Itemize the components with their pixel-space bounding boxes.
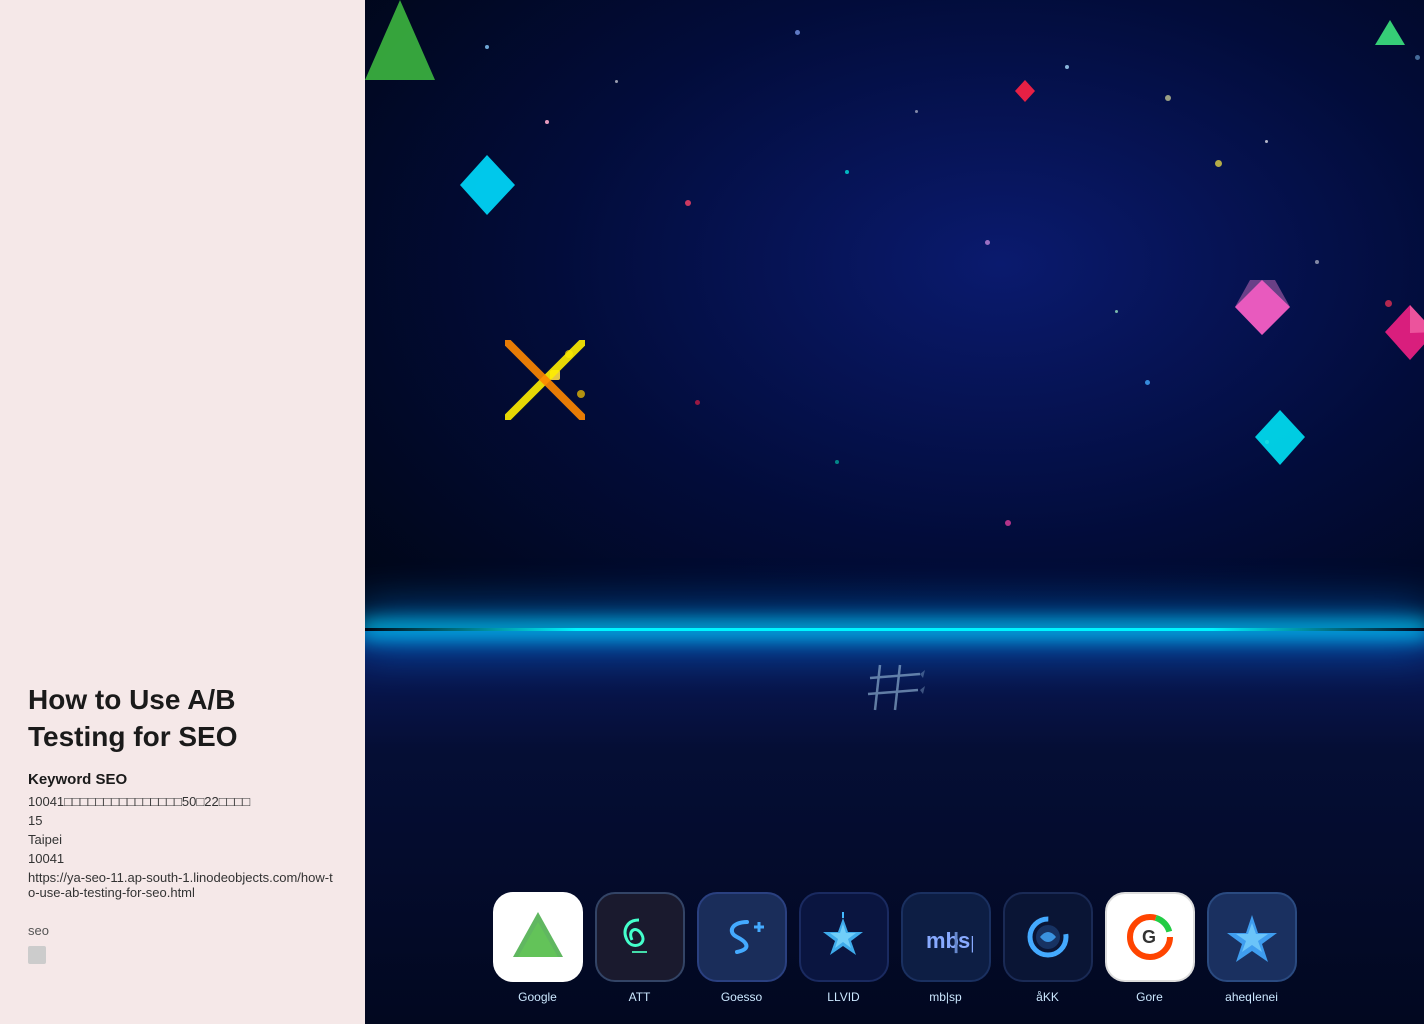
goesso-label: Goesso [721, 990, 762, 1004]
gem-green-arrow [365, 0, 435, 80]
star-particle [1315, 260, 1319, 264]
llvid-icon-box [799, 892, 889, 982]
mb-icon-box: mb | sp [901, 892, 991, 982]
star-red [695, 400, 700, 405]
gem-cyan-right [1255, 410, 1305, 465]
meta-line-2: 15 [28, 813, 337, 828]
left-panel: How to Use A/B Testing for SEO Keyword S… [0, 0, 365, 1024]
tag-icon [28, 946, 46, 964]
star-yellow [1215, 160, 1222, 167]
att-icon-box [595, 892, 685, 982]
star-red [545, 120, 549, 124]
center-symbol [865, 660, 925, 725]
right-panel: Google ATT Goes [365, 0, 1424, 1024]
star-particle [985, 240, 990, 245]
star-particle [1115, 310, 1118, 313]
keyword-label: Keyword SEO [28, 771, 337, 788]
star-cyan [845, 170, 849, 174]
svg-text:G: G [1142, 927, 1156, 947]
gore-icon-box: G [1105, 892, 1195, 982]
svg-text:sp: sp [958, 928, 973, 953]
google-icon-box [493, 892, 583, 982]
mb-label: mb|sp [929, 990, 961, 1004]
star-particle [1415, 55, 1420, 60]
app-icon-mb[interactable]: mb | sp mb|sp [901, 892, 991, 1004]
app-icon-goesso[interactable]: Goesso [697, 892, 787, 1004]
att-label: ATT [629, 990, 651, 1004]
star-pink [1005, 520, 1011, 526]
google-label: Google [518, 990, 557, 1004]
alt-icon-box [1207, 892, 1297, 982]
app-icon-llvid[interactable]: LLVID [799, 892, 889, 1004]
gem-green-top [1375, 20, 1405, 45]
app-icon-gore[interactable]: G Gore [1105, 892, 1195, 1004]
star-particle [615, 80, 618, 83]
horizon-line [365, 628, 1424, 631]
star-green [835, 460, 839, 464]
alt-label: aheqIenei [1225, 990, 1278, 1004]
akk-label: åKK [1036, 990, 1059, 1004]
app-icons-row: Google ATT Goes [365, 892, 1424, 1004]
star-particle [795, 30, 800, 35]
star-particle [1065, 65, 1069, 69]
llvid-label: LLVID [827, 990, 859, 1004]
tags-section: seo [28, 922, 337, 964]
gem-pink [1235, 280, 1290, 335]
akk-icon-box [1003, 892, 1093, 982]
app-icon-akk[interactable]: åKK [1003, 892, 1093, 1004]
article-title: How to Use A/B Testing for SEO [28, 682, 337, 755]
star-blue [1145, 380, 1150, 385]
star-particle [915, 110, 918, 113]
star-particle [1165, 95, 1171, 101]
meta-line-3: Taipei [28, 832, 337, 847]
gem-red-small [1015, 80, 1035, 102]
gem-cyan [460, 155, 515, 215]
gem-yellow-cross [505, 340, 585, 420]
app-icon-att[interactable]: ATT [595, 892, 685, 1004]
goesso-icon-box [697, 892, 787, 982]
meta-line-4: 10041 [28, 851, 337, 866]
meta-line-1: 10041□□□□□□□□□□□□□□□50□22□□□□ [28, 794, 337, 809]
star-particle [1265, 140, 1268, 143]
app-icon-google[interactable]: Google [493, 892, 583, 1004]
tag-seo[interactable]: seo [28, 923, 49, 938]
gem-magenta [1385, 305, 1424, 360]
star-particle [485, 45, 489, 49]
gore-label: Gore [1136, 990, 1163, 1004]
app-icon-alt[interactable]: aheqIenei [1207, 892, 1297, 1004]
star-red [685, 200, 691, 206]
meta-url: https://ya-seo-11.ap-south-1.linodeobjec… [28, 870, 337, 900]
